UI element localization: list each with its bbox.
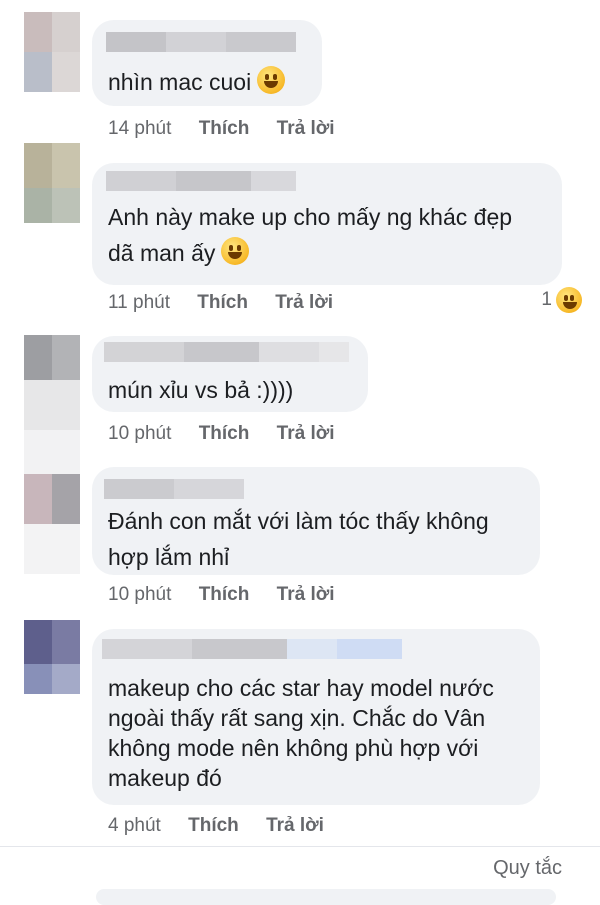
comment-text: mún xỉu vs bả :))))	[108, 377, 294, 403]
next-comment-bubble-edge	[96, 889, 556, 905]
like-button[interactable]: Thích	[197, 292, 248, 314]
blurred-author-name	[106, 171, 296, 191]
blurred-author-name	[106, 32, 296, 52]
comment-text-line: không mode nên không phù hợp với	[108, 735, 479, 761]
comment-bubble: makeup cho các star hay model nước ngoài…	[92, 629, 540, 805]
comment-meta: 11 phút Thích Trả lời	[108, 292, 333, 314]
avatar[interactable]	[24, 474, 80, 574]
comment-bubble: mún xỉu vs bả :))))	[92, 336, 368, 412]
blurred-author-name	[102, 639, 402, 659]
comment-time[interactable]: 10 phút	[108, 584, 171, 606]
comment-text: Anh này make up cho mấy ng khác đẹp dã m…	[108, 199, 512, 271]
avatar[interactable]	[24, 335, 80, 475]
comment-text-line: makeup đó	[108, 765, 222, 791]
like-button[interactable]: Thích	[199, 118, 250, 140]
reply-button[interactable]: Trả lời	[275, 292, 333, 314]
comment-bubble: nhìn mac cuoi	[92, 20, 322, 106]
comment-time[interactable]: 11 phút	[108, 292, 170, 314]
reply-button[interactable]: Trả lời	[277, 423, 335, 445]
blurred-author-name	[104, 342, 349, 362]
comment-text-line: makeup cho các star hay model nước	[108, 675, 494, 701]
comment-meta: 4 phút Thích Trả lời	[108, 815, 324, 837]
comment-meta: 10 phút Thích Trả lời	[108, 423, 335, 445]
comment-bubble: Anh này make up cho mấy ng khác đẹp dã m…	[92, 163, 562, 285]
grinning-emoji	[221, 237, 250, 265]
comment-text-line: Anh này make up cho mấy ng khác đẹp	[108, 204, 513, 230]
reaction-count[interactable]: 1	[541, 287, 582, 313]
comment-text-line: hợp lắm nhỉ	[108, 544, 230, 570]
comment-meta: 14 phút Thích Trả lời	[108, 118, 335, 140]
rolling-laughing-emoji	[257, 66, 286, 94]
avatar[interactable]	[24, 620, 80, 694]
comment-time[interactable]: 4 phút	[108, 815, 161, 837]
divider	[0, 846, 600, 847]
comment-text-line: ngoài thấy rất sang xịn. Chắc do Vân	[108, 705, 486, 731]
like-button[interactable]: Thích	[199, 423, 250, 445]
comment-text-line: Đánh con mắt với làm tóc thấy không	[108, 508, 489, 534]
comment-bubble: Đánh con mắt với làm tóc thấy không hợp …	[92, 467, 540, 575]
comment-text: makeup cho các star hay model nước ngoài…	[108, 673, 494, 793]
like-button[interactable]: Thích	[188, 815, 239, 837]
comment-text-line: dã man ấy	[108, 235, 512, 271]
comment-text: Đánh con mắt với làm tóc thấy không hợp …	[108, 503, 489, 575]
comment-time[interactable]: 10 phút	[108, 423, 171, 445]
comment-text: nhìn mac cuoi	[108, 64, 286, 100]
reply-button[interactable]: Trả lời	[277, 118, 335, 140]
laughing-emoji	[556, 287, 582, 313]
avatar[interactable]	[24, 12, 80, 92]
like-button[interactable]: Thích	[199, 584, 250, 606]
reply-button[interactable]: Trả lời	[266, 815, 324, 837]
rules-link[interactable]: Quy tắc	[493, 857, 562, 880]
blurred-author-name	[104, 479, 244, 499]
avatar[interactable]	[24, 143, 80, 223]
reply-button[interactable]: Trả lời	[277, 584, 335, 606]
comment-meta: 10 phút Thích Trả lời	[108, 584, 335, 606]
comment-time[interactable]: 14 phút	[108, 118, 171, 140]
